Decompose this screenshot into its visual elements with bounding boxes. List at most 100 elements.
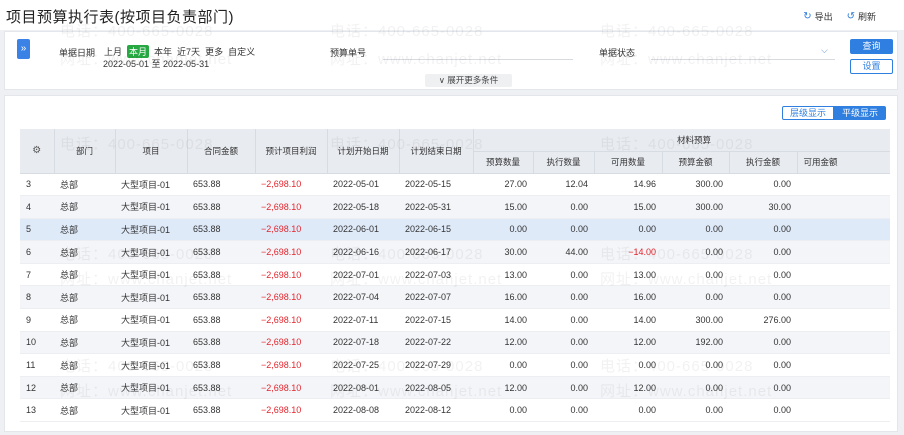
col-header-project[interactable]: 项目 <box>115 129 188 174</box>
table-row[interactable]: 3 总部 大型项目-01 653.88 −2,698.10 2022-05-01 2022-… <box>20 173 890 197</box>
table-settings-header[interactable]: ⚙ <box>20 129 55 174</box>
table-cell: 2022-06-17 <box>399 240 473 264</box>
budget-no-input[interactable] <box>383 59 573 60</box>
gear-icon[interactable]: ⚙ <box>32 145 41 156</box>
export-button[interactable]: ↻ 导出 <box>803 10 832 23</box>
table-row[interactable]: 12 总部 大型项目-01 653.88 −2,698.10 2022-08-01 2022… <box>20 376 890 400</box>
table-cell: −2,698.10 <box>255 398 327 423</box>
table-cell: 0.00 <box>729 331 797 355</box>
table-cell: 2022-05-18 <box>327 195 399 219</box>
export-icon: ↻ <box>803 11 812 22</box>
view-mode-toggle: 层级显示 平级显示 <box>782 106 886 120</box>
table-cell: 192 <box>797 331 890 355</box>
table-cell: 44.00 <box>533 240 594 264</box>
refresh-label: 刷新 <box>857 12 876 22</box>
doc-status-select[interactable] <box>651 59 835 60</box>
table-cell: 276.00 <box>729 308 797 332</box>
table-cell: 653.88 <box>187 285 255 310</box>
col-header-plan-start[interactable]: 计划开始日期 <box>327 129 400 174</box>
table-row[interactable]: 5 总部 大型项目-01 653.88 −2,698.10 2022-06-01 2022-… <box>20 218 890 242</box>
budget-table: ⚙ 部门 项目 合同金额 预计项目利润 计划开始日期 计划结束日期 材料预算 预… <box>20 129 890 423</box>
table-cell: 总部 <box>54 285 115 310</box>
chevron-down-icon[interactable]: ⌵ <box>821 45 828 56</box>
table-row[interactable]: 6 总部 大型项目-01 653.88 −2,698.10 2022-06-16 2022-… <box>20 240 890 264</box>
table-cell: 大型项目-01 <box>115 263 187 287</box>
report-panel: 层级显示 平级显示 ⚙ 部门 项目 合同金额 预计项目利润 计划开始日期 计划结… <box>4 95 898 432</box>
col-header-budget-qty[interactable]: 预算数量 <box>473 151 534 174</box>
flat-view-button[interactable]: 平级显示 <box>834 106 886 120</box>
table-cell: 13 <box>20 398 54 423</box>
table-cell: 0.00 <box>533 376 594 400</box>
table-cell: 2022-08-12 <box>399 398 473 423</box>
table-cell: 653.88 <box>187 263 255 287</box>
table-cell: 16.00 <box>473 285 533 310</box>
table-cell: −2,698.10 <box>255 263 327 287</box>
table-cell: 总部 <box>54 218 115 242</box>
table-container[interactable]: ⚙ 部门 项目 合同金额 预计项目利润 计划开始日期 计划结束日期 材料预算 预… <box>20 129 890 431</box>
col-header-budget-amount[interactable]: 预算金额 <box>662 151 730 174</box>
table-cell: 653.88 <box>187 398 255 423</box>
table-cell: 0.00 <box>729 353 797 377</box>
table-cell: 0 <box>797 353 890 377</box>
col-header-avail-qty[interactable]: 可用数量 <box>594 151 663 174</box>
table-cell: 0.00 <box>473 218 533 242</box>
table-cell: 12.04 <box>533 173 594 197</box>
table-cell: 12.00 <box>594 331 662 355</box>
collapse-toggle-button[interactable]: » <box>17 39 30 59</box>
table-cell: 大型项目-01 <box>115 285 187 310</box>
table-cell: −2,698.10 <box>255 240 327 264</box>
table-cell: 总部 <box>54 331 115 355</box>
table-cell: 大型项目-01 <box>115 308 187 332</box>
table-row[interactable]: 11 总部 大型项目-01 653.88 −2,698.10 2022-07-25 2022… <box>20 353 890 377</box>
table-cell: 0.00 <box>533 218 594 242</box>
table-cell: 14.96 <box>594 173 662 197</box>
table-cell: 192.00 <box>662 331 729 355</box>
quick-date-option[interactable]: 自定义 <box>228 45 255 58</box>
table-cell: 12 <box>20 376 54 400</box>
table-cell: 300.00 <box>662 308 729 332</box>
date-range-value[interactable]: 2022-05-01 至 2022-05-31 <box>103 57 209 70</box>
table-cell: 30.00 <box>729 195 797 219</box>
table-cell: 2022-07-22 <box>399 331 473 355</box>
col-header-expected-profit[interactable]: 预计项目利润 <box>255 129 328 174</box>
table-cell: 2022-05-31 <box>399 195 473 219</box>
table-cell: 300 <box>797 173 890 197</box>
settings-button[interactable]: 设置 <box>850 59 893 74</box>
table-cell: 5 <box>20 218 54 242</box>
table-cell: −2,698.10 <box>255 195 327 219</box>
hierarchy-view-button[interactable]: 层级显示 <box>782 106 834 120</box>
expand-more-label: 展开更多条件 <box>447 75 499 85</box>
table-cell: 0.00 <box>533 398 594 423</box>
table-cell: 13.00 <box>594 263 662 287</box>
col-header-plan-end[interactable]: 计划结束日期 <box>399 129 474 174</box>
refresh-button[interactable]: ↺ 刷新 <box>847 10 876 23</box>
table-cell: 15.00 <box>594 195 662 219</box>
table-cell: 总部 <box>54 376 115 400</box>
table-cell: 大型项目-01 <box>115 195 187 219</box>
table-cell: 7 <box>20 263 54 287</box>
table-row[interactable]: 8 总部 大型项目-01 653.88 −2,698.10 2022-07-04 2022-… <box>20 285 890 310</box>
col-header-exec-qty[interactable]: 执行数量 <box>533 151 595 174</box>
query-button[interactable]: 查询 <box>850 39 893 54</box>
table-row[interactable]: 13 总部 大型项目-01 653.88 −2,698.10 2022-08-08 2022… <box>20 398 890 423</box>
col-header-avail-amount[interactable]: 可用金额 <box>797 151 890 174</box>
expand-more-conditions-button[interactable]: ∨ 展开更多条件 <box>425 74 512 87</box>
col-header-contract-amount[interactable]: 合同金额 <box>187 129 256 174</box>
page-title: 项目预算执行表(按项目负责部门) <box>6 9 234 26</box>
col-header-dept[interactable]: 部门 <box>54 129 116 174</box>
table-cell: 300.00 <box>662 173 729 197</box>
table-row[interactable]: 4 总部 大型项目-01 653.88 −2,698.10 2022-05-18 2022-… <box>20 195 890 219</box>
table-cell: 0.00 <box>533 331 594 355</box>
col-header-exec-amount[interactable]: 执行金额 <box>729 151 798 174</box>
table-cell: 9 <box>20 308 54 332</box>
table-cell: 0.00 <box>473 398 533 423</box>
table-cell: 3 <box>20 173 54 197</box>
table-cell: 0.00 <box>729 398 797 423</box>
table-cell: 0.00 <box>662 376 729 400</box>
table-row[interactable]: 9 总部 大型项目-01 653.88 −2,698.10 2022-07-11 2022-… <box>20 308 890 332</box>
table-cell: −2,698.10 <box>255 173 327 197</box>
table-row[interactable]: 10 总部 大型项目-01 653.88 −2,698.10 2022-07-18 2022… <box>20 331 890 355</box>
table-row[interactable]: 7 总部 大型项目-01 653.88 −2,698.10 2022-07-01 2022-… <box>20 263 890 287</box>
table-cell: 0.00 <box>533 308 594 332</box>
table-cell: 0 <box>797 240 890 264</box>
